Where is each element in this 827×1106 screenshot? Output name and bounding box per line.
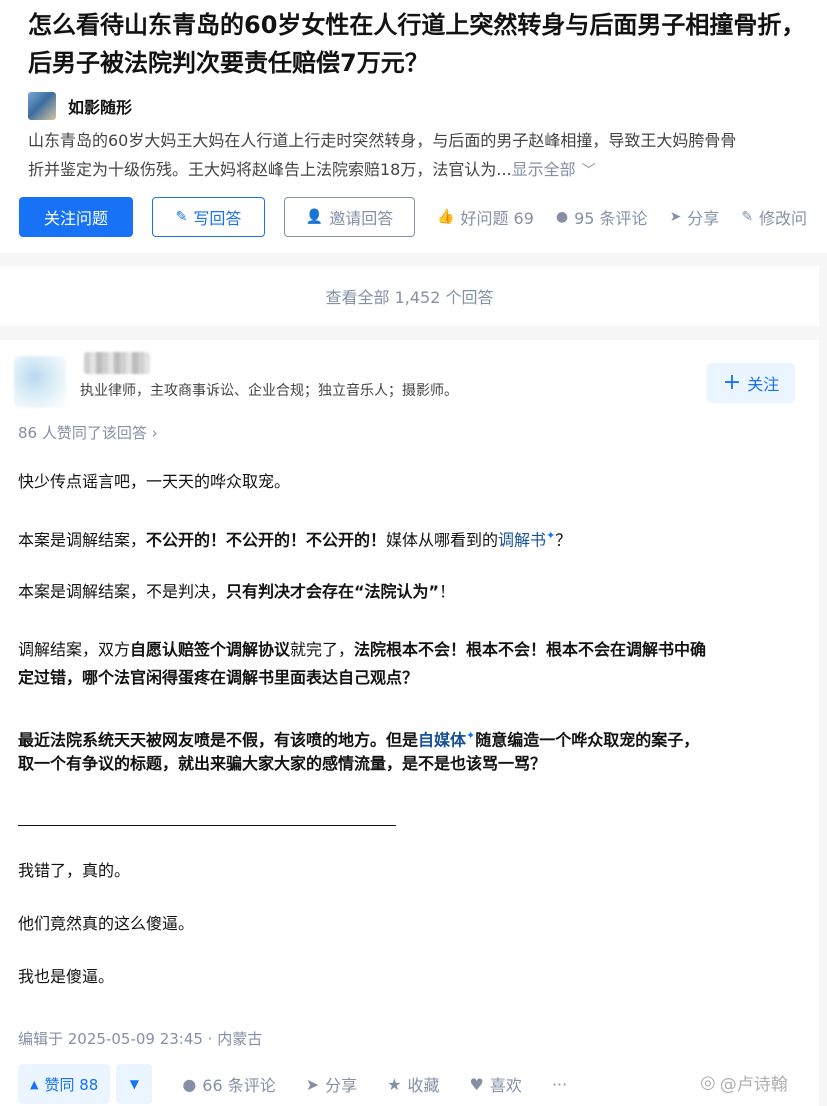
good-question-button[interactable]: 👍 好问题 69	[437, 205, 534, 229]
watermark: ◎ @卢诗翰	[700, 1070, 788, 1095]
p4-bold-d: 法院根本不会！根本不会！根本不会在调解书中确	[354, 640, 707, 659]
question-comments-label: 95 条评论	[574, 209, 648, 228]
thumb-up-icon: 👍	[437, 209, 455, 225]
paragraph-8: 我也是傻逼。	[18, 967, 115, 986]
comment-icon: ●	[555, 209, 569, 225]
paragraph-4-line-2: 定过错，哪个法官闲得蛋疼在调解书里面表达自己观点？	[18, 664, 418, 692]
question-comments-button[interactable]: ● 95 条评论	[556, 205, 648, 229]
paragraph-3: 本案是调解结案，不是判决，只有判决才会存在“法院认为”！	[18, 578, 455, 606]
chevron-down-icon[interactable]: ﹀	[582, 163, 596, 179]
divider	[18, 825, 396, 826]
follow-author-button[interactable]: + 关注	[707, 363, 795, 403]
answer-share-button[interactable]: ➤ 分享	[306, 1072, 357, 1096]
excerpt-line-2: 折并鉴定为十级伤残。王大妈将赵峰告上法院索赔18万，法官认为...显示全部 ﹀	[28, 155, 818, 186]
upvote-summary-text: 86 人赞同了该回答	[18, 424, 147, 442]
comment-icon: ●	[182, 1074, 197, 1094]
p2-text-a: 本案是调解结案，	[18, 530, 147, 550]
invite-user-icon: 👤	[305, 209, 324, 225]
p5-bold-a: 最近法院系统天天被网友喷是不假，有该喷的地方。但是	[18, 730, 419, 750]
follow-question-button[interactable]: 关注问题	[19, 197, 133, 237]
chevron-right-icon: ›	[151, 424, 158, 442]
view-all-answers-link[interactable]: 查看全部 1,452 个回答	[0, 266, 819, 326]
pencil-icon: ✎	[175, 209, 188, 225]
follow-author-label: 关注	[747, 375, 780, 394]
question-share-button[interactable]: ➤ 分享	[670, 205, 720, 229]
self-media-link[interactable]: 自媒体	[418, 730, 466, 749]
paragraph-6: 我错了，真的。	[18, 861, 131, 880]
excerpt-line-2-text: 折并鉴定为十级伤残。王大妈将赵峰告上法院索赔18万，法官认为...	[28, 160, 512, 179]
p4-text-a: 调解结案，双方	[18, 640, 131, 659]
mediation-doc-link[interactable]: 调解书	[498, 530, 546, 549]
star-icon: ★	[387, 1074, 402, 1094]
p3-bold: 只有判决才会存在“法院认为”	[226, 582, 440, 601]
p2-text-d: ？	[555, 530, 572, 550]
paragraph-5-line-2: 取一个有争议的标题，就出来骗大家大家的感情流量，是不是也该骂一骂？	[18, 750, 546, 778]
question-title[interactable]: 怎么看待山东青岛的60岁女性在人行道上突然转身与后面男子相撞骨折，后男子被法院判…	[28, 6, 823, 82]
edit-question-button[interactable]: ✎ 修改问	[741, 205, 807, 229]
answer-actions: ▲ 赞同 88 ▼ ● 66 条评论 ➤ 分享 ★ 收藏 ♥ 喜欢 ···	[18, 1064, 567, 1104]
p3-text-c: ！	[439, 582, 456, 601]
invite-answer-label: 邀请回答	[329, 209, 394, 228]
watermark-text: @卢诗翰	[719, 1075, 788, 1095]
good-question-label: 好问题 69	[460, 209, 534, 228]
collect-label: 收藏	[407, 1076, 440, 1095]
like-label: 喜欢	[489, 1076, 522, 1095]
question-excerpt: 山东青岛的60岁大妈王大妈在人行道上行走时突然转身，与后面的男子赵峰相撞，导致王…	[28, 126, 818, 186]
plus-icon: +	[722, 370, 742, 395]
paragraph-7: 他们竟然真的这么傻逼。	[18, 914, 195, 933]
p5-bold-b: 随意编造一个哗众取宠的案子，	[475, 730, 700, 750]
answer-comments-button[interactable]: ● 66 条评论	[182, 1072, 275, 1096]
p5-bold-line2: 取一个有争议的标题，就出来骗大家大家的感情流量，是不是也该骂一骂？	[18, 754, 547, 773]
share-icon: ➤	[669, 209, 682, 225]
sparkle-icon: ✦	[466, 729, 476, 742]
upvote-summary[interactable]: 86 人赞同了该回答 ›	[18, 422, 158, 443]
answer-card: 执业律师，主攻商事诉讼、企业合规；独立音乐人；摄影师。 + 关注 86 人赞同了…	[0, 340, 819, 1106]
question-share-label: 分享	[687, 209, 720, 228]
p4-bold-b: 自愿认赔签个调解协议	[130, 640, 291, 659]
share-icon: ➤	[305, 1074, 320, 1094]
triangle-up-icon: ▲	[30, 1077, 39, 1091]
answer-share-label: 分享	[325, 1076, 358, 1095]
upvote-button[interactable]: ▲ 赞同 88	[18, 1064, 111, 1104]
heart-icon: ♥	[469, 1074, 484, 1094]
excerpt-line-1: 山东青岛的60岁大妈王大妈在人行道上行走时突然转身，与后面的男子赵峰相撞，导致王…	[28, 131, 737, 150]
more-button[interactable]: ···	[552, 1075, 567, 1094]
edit-time[interactable]: 编辑于 2025-05-09 23:45 · 内蒙古	[18, 1028, 262, 1049]
p2-bold: 不公开的！不公开的！不公开的！	[146, 530, 387, 550]
question-actions: 关注问题 ✎ 写回答 👤 邀请回答 👍 好问题 69 ● 95 条评论 ➤ 分享…	[19, 197, 807, 237]
author-name-blurred[interactable]	[84, 352, 150, 374]
upvote-label: 赞同 88	[44, 1075, 99, 1094]
asker[interactable]: 如影随形	[28, 92, 132, 120]
pencil-icon: ✎	[741, 209, 754, 225]
answer-comments-label: 66 条评论	[202, 1076, 276, 1095]
paragraph-1: 快少传点谣言吧，一天天的哗众取宠。	[18, 472, 291, 491]
paragraph-2: 本案是调解结案，不公开的！不公开的！不公开的！媒体从哪看到的调解书✦？	[18, 522, 571, 554]
invite-answer-button[interactable]: 👤 邀请回答	[284, 197, 415, 237]
asker-name[interactable]: 如影随形	[68, 94, 132, 118]
collect-button[interactable]: ★ 收藏	[387, 1072, 439, 1096]
p4-bold-line2: 定过错，哪个法官闲得蛋疼在调解书里面表达自己观点？	[18, 668, 419, 687]
p4-text-c: 就完了，	[290, 640, 355, 659]
weibo-icon: ◎	[700, 1072, 716, 1093]
downvote-button[interactable]: ▼	[116, 1064, 153, 1104]
sparkle-icon: ✦	[546, 529, 556, 542]
triangle-down-icon: ▼	[129, 1077, 139, 1091]
edit-question-label: 修改问	[759, 209, 808, 228]
show-all-link[interactable]: 显示全部	[512, 160, 576, 179]
paragraph-4-line-1: 调解结案，双方自愿认赔签个调解协议就完了，法院根本不会！根本不会！根本不会在调解…	[18, 636, 706, 664]
question-card: 怎么看待山东青岛的60岁女性在人行道上突然转身与后面男子相撞骨折，后男子被法院判…	[0, 0, 827, 253]
write-answer-label: 写回答	[193, 209, 242, 228]
avatar[interactable]	[14, 356, 66, 408]
asker-avatar[interactable]	[28, 92, 56, 120]
like-button[interactable]: ♥ 喜欢	[470, 1072, 522, 1096]
write-answer-button[interactable]: ✎ 写回答	[152, 197, 265, 237]
p2-text-c: 媒体从哪看到的	[386, 530, 499, 550]
author-bio: 执业律师，主攻商事诉讼、企业合规；独立音乐人；摄影师。	[80, 383, 458, 399]
p3-text-a: 本案是调解结案，不是判决，	[18, 582, 227, 601]
